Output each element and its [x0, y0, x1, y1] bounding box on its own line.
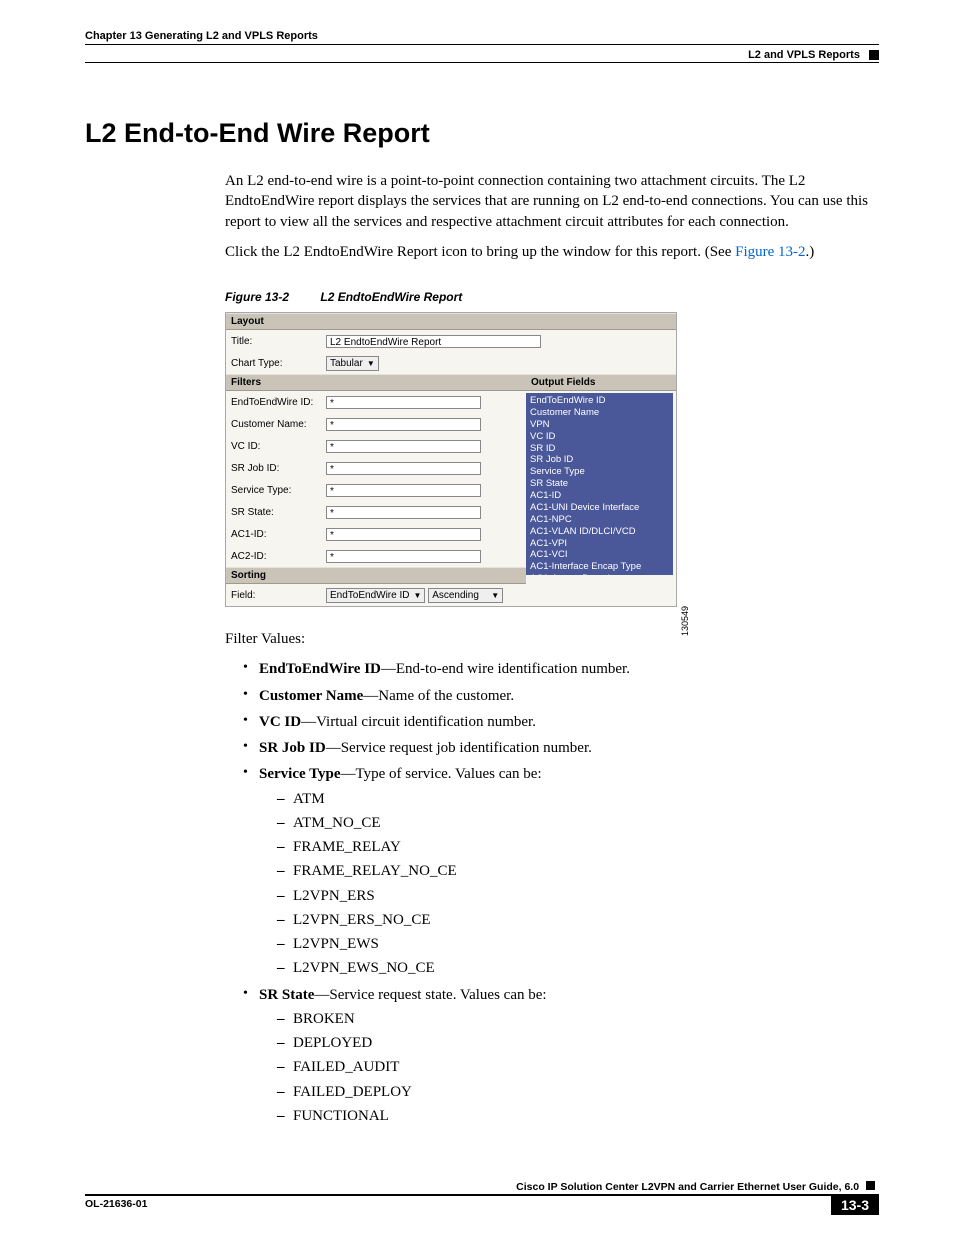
- output-field-item[interactable]: AC1-VCI: [530, 549, 669, 561]
- footer-page-number: 13-3: [831, 1195, 879, 1215]
- filter-label: AC1-ID:: [231, 529, 326, 540]
- list-item: SR State—Service request state. Values c…: [243, 985, 874, 1127]
- sub-list-item: FUNCTIONAL: [277, 1106, 874, 1126]
- sub-list-item: FAILED_AUDIT: [277, 1057, 874, 1077]
- output-field-item[interactable]: SR State: [530, 478, 669, 490]
- sorting-bar: Sorting: [226, 567, 526, 584]
- sub-list-item: L2VPN_EWS: [277, 934, 874, 954]
- list-item: Customer Name—Name of the customer.: [243, 686, 874, 706]
- sub-list-item: FAILED_DEPLOY: [277, 1082, 874, 1102]
- output-fields-bar: Output Fields: [526, 374, 676, 391]
- output-fields-listbox[interactable]: EndToEndWire ID Customer Name VPN VC ID …: [526, 393, 673, 575]
- sub-list-item: L2VPN_ERS: [277, 886, 874, 906]
- output-field-item[interactable]: Service Type: [530, 466, 669, 478]
- chevron-down-icon: ▼: [413, 589, 421, 602]
- sub-list: ATM ATM_NO_CE FRAME_RELAY FRAME_RELAY_NO…: [277, 789, 874, 979]
- chart-type-value: Tabular: [330, 357, 363, 370]
- title-label: Title:: [231, 336, 326, 347]
- output-field-item[interactable]: AC1-AccessDomain: [530, 573, 669, 575]
- output-field-item[interactable]: SR ID: [530, 443, 669, 455]
- sort-field-select[interactable]: EndToEndWire ID ▼: [326, 588, 425, 603]
- filter-label: AC2-ID:: [231, 551, 326, 562]
- chevron-down-icon: ▼: [491, 589, 499, 602]
- chart-type-select[interactable]: Tabular ▼: [326, 356, 379, 371]
- output-field-item[interactable]: AC1-VPI: [530, 538, 669, 550]
- chevron-down-icon: ▼: [367, 357, 375, 370]
- p2-text-a: Click the L2 EndtoEndWire Report icon to…: [225, 244, 735, 260]
- output-field-item[interactable]: AC1-NPC: [530, 514, 669, 526]
- filter-label: Customer Name:: [231, 419, 326, 430]
- chapter-header: Chapter 13 Generating L2 and VPLS Report…: [85, 30, 879, 45]
- filters-bar: Filters: [226, 374, 526, 391]
- filter-input[interactable]: *: [326, 528, 481, 541]
- figure-number: Figure 13-2: [225, 290, 289, 304]
- sub-list-item: L2VPN_ERS_NO_CE: [277, 910, 874, 930]
- output-field-item[interactable]: VPN: [530, 419, 669, 431]
- footer-book-title: Cisco IP Solution Center L2VPN and Carri…: [516, 1181, 859, 1193]
- output-field-item[interactable]: Customer Name: [530, 407, 669, 419]
- filter-label: SR State:: [231, 507, 326, 518]
- intro-paragraph-1: An L2 end-to-end wire is a point-to-poin…: [225, 171, 874, 232]
- chart-type-label: Chart Type:: [231, 358, 326, 369]
- p2-text-b: .): [806, 244, 815, 260]
- sub-list-item: L2VPN_EWS_NO_CE: [277, 958, 874, 978]
- filter-label: VC ID:: [231, 441, 326, 452]
- layout-bar: Layout: [226, 313, 676, 330]
- output-field-item[interactable]: AC1-UNI Device Interface: [530, 502, 669, 514]
- filter-input[interactable]: *: [326, 462, 481, 475]
- list-item: EndToEndWire ID—End-to-end wire identifi…: [243, 659, 874, 679]
- sort-dir-select[interactable]: Ascending ▼: [428, 588, 503, 603]
- sub-list-item: ATM: [277, 789, 874, 809]
- intro-paragraph-2: Click the L2 EndtoEndWire Report icon to…: [225, 242, 874, 262]
- header-block-icon: [869, 50, 879, 60]
- page-title: L2 End-to-End Wire Report: [85, 118, 879, 149]
- output-field-item[interactable]: AC1-Interface Encap Type: [530, 561, 669, 573]
- filter-input[interactable]: *: [326, 440, 481, 453]
- filter-input[interactable]: *: [326, 506, 481, 519]
- section-header-text: L2 and VPLS Reports: [748, 49, 860, 61]
- output-field-item[interactable]: AC1-VLAN ID/DLCI/VCD: [530, 526, 669, 538]
- sort-field-label: Field:: [231, 590, 326, 601]
- section-header-row: L2 and VPLS Reports: [85, 49, 879, 63]
- page-footer: Cisco IP Solution Center L2VPN and Carri…: [85, 1181, 879, 1215]
- filter-label: SR Job ID:: [231, 463, 326, 474]
- figure-reference-link[interactable]: Figure 13-2: [735, 244, 805, 260]
- sub-list-item: FRAME_RELAY_NO_CE: [277, 861, 874, 881]
- sub-list-item: FRAME_RELAY: [277, 837, 874, 857]
- sub-list-item: DEPLOYED: [277, 1033, 874, 1053]
- filter-input[interactable]: *: [326, 418, 481, 431]
- filter-input[interactable]: *: [326, 396, 481, 409]
- report-screenshot: 130549 Layout Title: L2 EndtoEndWire Rep…: [225, 312, 677, 607]
- list-item: SR Job ID—Service request job identifica…: [243, 738, 874, 758]
- screenshot-id-label: 130549: [680, 606, 690, 636]
- list-item: VC ID—Virtual circuit identification num…: [243, 712, 874, 732]
- footer-block-icon: [866, 1181, 875, 1190]
- filter-input[interactable]: *: [326, 550, 481, 563]
- sub-list-item: ATM_NO_CE: [277, 813, 874, 833]
- filter-values-list: EndToEndWire ID—End-to-end wire identifi…: [243, 659, 874, 1126]
- output-field-item[interactable]: EndToEndWire ID: [530, 395, 669, 407]
- output-field-item[interactable]: AC1-ID: [530, 490, 669, 502]
- sort-field-value: EndToEndWire ID: [330, 589, 409, 602]
- list-item: Service Type—Type of service. Values can…: [243, 764, 874, 978]
- filter-input[interactable]: *: [326, 484, 481, 497]
- footer-doc-id: OL-21636-01: [85, 1198, 147, 1210]
- figure-title: L2 EndtoEndWire Report: [320, 290, 462, 304]
- figure-caption: Figure 13-2 L2 EndtoEndWire Report: [225, 290, 874, 304]
- sub-list-item: BROKEN: [277, 1009, 874, 1029]
- filter-label: EndToEndWire ID:: [231, 397, 326, 408]
- sort-dir-value: Ascending: [432, 589, 479, 602]
- filter-label: Service Type:: [231, 485, 326, 496]
- sub-list: BROKEN DEPLOYED FAILED_AUDIT FAILED_DEPL…: [277, 1009, 874, 1126]
- output-field-item[interactable]: SR Job ID: [530, 454, 669, 466]
- filter-values-heading: Filter Values:: [225, 629, 874, 649]
- title-input[interactable]: L2 EndtoEndWire Report: [326, 335, 541, 348]
- output-field-item[interactable]: VC ID: [530, 431, 669, 443]
